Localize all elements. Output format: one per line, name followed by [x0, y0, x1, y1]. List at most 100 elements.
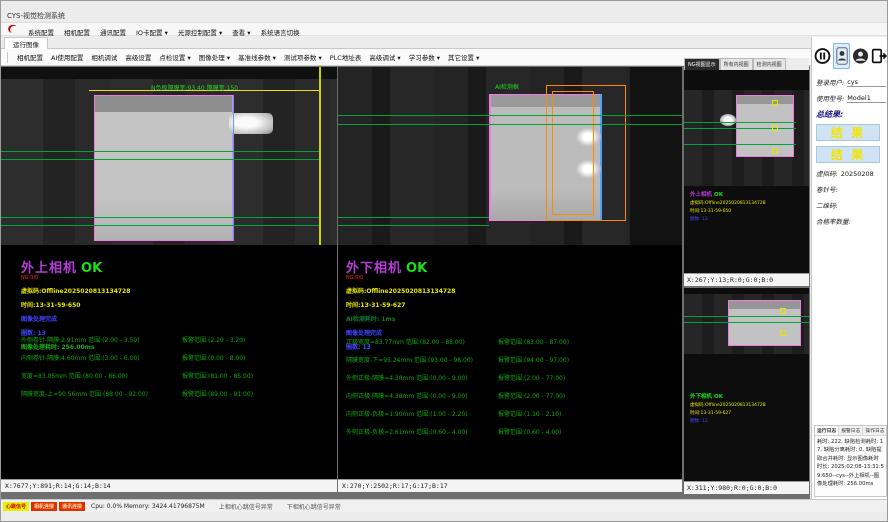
- cpu-memory-status: Cpu: 0.0% Memory: 3424.41796875M: [91, 503, 205, 510]
- account-button[interactable]: [852, 43, 869, 69]
- toolbar-item[interactable]: AI使用配置: [47, 50, 87, 64]
- measurement-alarm-range: 报警范围:(2.00 - 77.00): [498, 373, 565, 382]
- defect-marker: [772, 125, 778, 131]
- overlay-measure-label: N负极隔膜宽:93.40 隔膜宽:150: [151, 83, 238, 92]
- connector-blob: [720, 114, 736, 126]
- pause-button[interactable]: [814, 43, 831, 69]
- camera-result-title: 外下相机OK: [346, 257, 682, 276]
- heartbeat-status-link[interactable]: 下相机心跳信号异常: [287, 502, 341, 511]
- ng-view-thumbnail[interactable]: 外上相机OK 虚拟码:Offline2025020813134728 时间:13…: [684, 70, 809, 273]
- measure-line: [684, 144, 796, 145]
- measurement-alarm-range: 报警范围:(2.20 - 3.20): [182, 335, 245, 344]
- toolbar-item[interactable]: 点检设置 ▾: [155, 50, 194, 64]
- measurement-item: 内侧卷针-隔膜:4.60mm 范围:(3.00 - 6.00): [21, 353, 140, 362]
- measurement-item: 正极宽度=83.77mm 范围:(82.00 - 88.00): [346, 337, 465, 346]
- measurement-alarm-range: 报警范围:(1.10 - 2.10): [498, 409, 561, 418]
- measurement-alarm-range: 报警范围:(83.00 - 87.00): [498, 337, 569, 346]
- measurement-item: 隔膜宽度-上=90.56mm 范围:(88.00 - 92.00): [21, 389, 148, 398]
- frame-dark-edge: [630, 67, 682, 245]
- thumb-tab-1[interactable]: NG视图显示: [684, 58, 720, 70]
- upper-camera-image[interactable]: N负极隔膜宽:93.40 隔膜宽:150: [1, 67, 337, 245]
- lower-coords-status: X:270;Y:2502;R:17;G:17;B:17: [338, 479, 682, 492]
- measure-line: [1, 225, 319, 226]
- measurement-row: 内侧卷针-隔膜:4.60mm 范围:(3.00 - 6.00) 报警范围:(0.0…: [1, 353, 337, 371]
- log-text: 耗时: 222, 缺陷检测耗时: 17, 缺陷分离耗时: 0, 缺陷提取合并耗时…: [815, 436, 886, 491]
- toolbar-item[interactable]: 相机配置: [13, 50, 47, 64]
- mini-info-block: 外下相机OK 虚拟码:Offline2025020813134728 时间:13…: [690, 392, 766, 424]
- toolbar-item[interactable]: 测试项参数 ▾: [280, 50, 326, 64]
- toolbar-item[interactable]: 高级调试 ▾: [365, 50, 404, 64]
- menu-bar: 系统配置相机配置通讯配置IO卡配置 ▾光源控制配置 ▾查看 ▾系统语言切换: [1, 22, 888, 36]
- result-badge: 结 果: [816, 124, 880, 141]
- capture-time: 时间:13-31-59-650: [21, 300, 337, 309]
- thumb-tab-3[interactable]: 检测内视图: [753, 58, 786, 70]
- defect-marker: [772, 100, 778, 106]
- measurement-item: 外侧卷针-隔膜:2.91mm 范围:(2.00 - 3.50): [21, 335, 140, 344]
- measure-line: [338, 124, 682, 125]
- field-value[interactable]: 20250208: [841, 170, 886, 178]
- toolbar-item[interactable]: 相机调试: [87, 50, 121, 64]
- measurement-alarm-range: 报警范围:(0.60 - 4.00): [498, 427, 561, 436]
- session-fields: 登录用户:cys 使用型号:Model1 总结果: 结 果结 果 虚拟码:2025…: [816, 77, 886, 232]
- defect-marker: [780, 308, 786, 314]
- process-state: 图像处理完成: [346, 328, 682, 337]
- toolbar-item[interactable]: 其它设置 ▾: [444, 50, 483, 64]
- toolbar-item[interactable]: 图像处理 ▾: [195, 50, 234, 64]
- field-label: 卷针号:: [816, 184, 838, 194]
- measurement-row: 隔膜宽度-下=95.24mm 范围:(93.00 - 98.00)报警范围:(9…: [338, 355, 682, 373]
- toolbar-item[interactable]: 学习参数 ▾: [405, 50, 444, 64]
- measurement-item: 内侧正极-隔膜=4.38mm 范围:(0.00 - 9.00): [346, 391, 468, 400]
- heartbeat-status-link[interactable]: 上相机心跳信号异常: [219, 502, 273, 511]
- exit-button[interactable]: [871, 43, 888, 69]
- status-badges: 心跳信号相机连接通讯连接: [3, 502, 87, 511]
- mini-info-block: 外上相机OK 虚拟码:Offline2025020813134728 时间:13…: [690, 190, 766, 222]
- measurement-alarm-range: 报警范围:(89.00 - 91.00): [182, 389, 253, 398]
- connector-blob: [229, 113, 273, 134]
- control-buttons: [814, 43, 888, 69]
- result-boxes: 结 果结 果: [816, 124, 886, 163]
- measure-line: [684, 122, 796, 123]
- switch-user-button[interactable]: [833, 43, 850, 69]
- thumb-tab-2[interactable]: 所有内视图: [720, 58, 753, 70]
- app-logo-icon: [7, 24, 18, 34]
- blue-edge-line: [233, 95, 234, 241]
- vertical-guide-line: [319, 67, 321, 245]
- status-bar: 心跳信号相机连接通讯连接 Cpu: 0.0% Memory: 3424.4179…: [1, 499, 888, 512]
- user-fields: 登录用户:cys 使用型号:Model1: [816, 77, 886, 103]
- log-tabs: 运行日志报警日志操作日志: [815, 426, 886, 436]
- tab-run-image[interactable]: 运行图像: [4, 37, 48, 49]
- field-row: 使用型号:Model1: [816, 93, 886, 103]
- defect-marker: [780, 330, 786, 336]
- capture-time: 时间:13-31-59-627: [346, 300, 682, 309]
- field-label: 登录用户:: [816, 77, 844, 87]
- second-view-thumbnail[interactable]: 外下相机OK 虚拟码:Offline2025020813134728 时间:13…: [684, 288, 809, 481]
- measure-line: [684, 128, 796, 129]
- result-ok: OK: [406, 261, 427, 276]
- field-value[interactable]: Model1: [847, 94, 886, 103]
- battery-cell-region: [736, 95, 794, 157]
- measure-line: [338, 225, 489, 226]
- field-row: 虚拟码:20250208: [816, 168, 886, 178]
- field-label: 二维码:: [816, 200, 838, 210]
- total-result-label: 总结果:: [816, 109, 886, 120]
- log-tab-3[interactable]: 操作日志: [863, 426, 887, 435]
- measure-line: [684, 316, 809, 317]
- measure-line: [1, 151, 319, 152]
- batch-fields: 虚拟码:20250208卷针号:二维码:合格率数量:: [816, 168, 886, 226]
- status-badge-心跳信号: 心跳信号: [3, 502, 29, 511]
- toolbar-item[interactable]: 高级设置: [121, 50, 155, 64]
- field-row: 卷针号:: [816, 184, 886, 194]
- field-value[interactable]: cys: [847, 78, 886, 87]
- toolbar-item[interactable]: 基准线参数 ▾: [234, 50, 280, 64]
- upper-camera-view: N负极隔膜宽:93.40 隔膜宽:150 外上相机OK NG:0/0 虚拟码:O…: [1, 67, 337, 492]
- virtual-code: 虚拟码:Offline2025020813134728: [346, 286, 682, 295]
- measurement-alarm-range: 报警范围:(0.00 - 8.00): [182, 353, 245, 362]
- camera-result-title: 外上相机OK: [21, 257, 337, 276]
- status-badge-相机连接: 相机连接: [31, 502, 57, 511]
- log-tab-1[interactable]: 运行日志: [815, 426, 839, 435]
- toolbar-item[interactable]: PLC地址表: [326, 50, 366, 64]
- lower-camera-image[interactable]: AI检测框: [338, 67, 682, 245]
- measurement-row: 内侧正极-负极=1.90mm 范围:(1.00 - 2.20)报警范围:(1.1…: [338, 409, 682, 427]
- log-tab-2[interactable]: 报警日志: [839, 426, 863, 435]
- thumbnail1-coords-status: X:267;Y:13;R:0;G:0;B:0: [684, 273, 809, 286]
